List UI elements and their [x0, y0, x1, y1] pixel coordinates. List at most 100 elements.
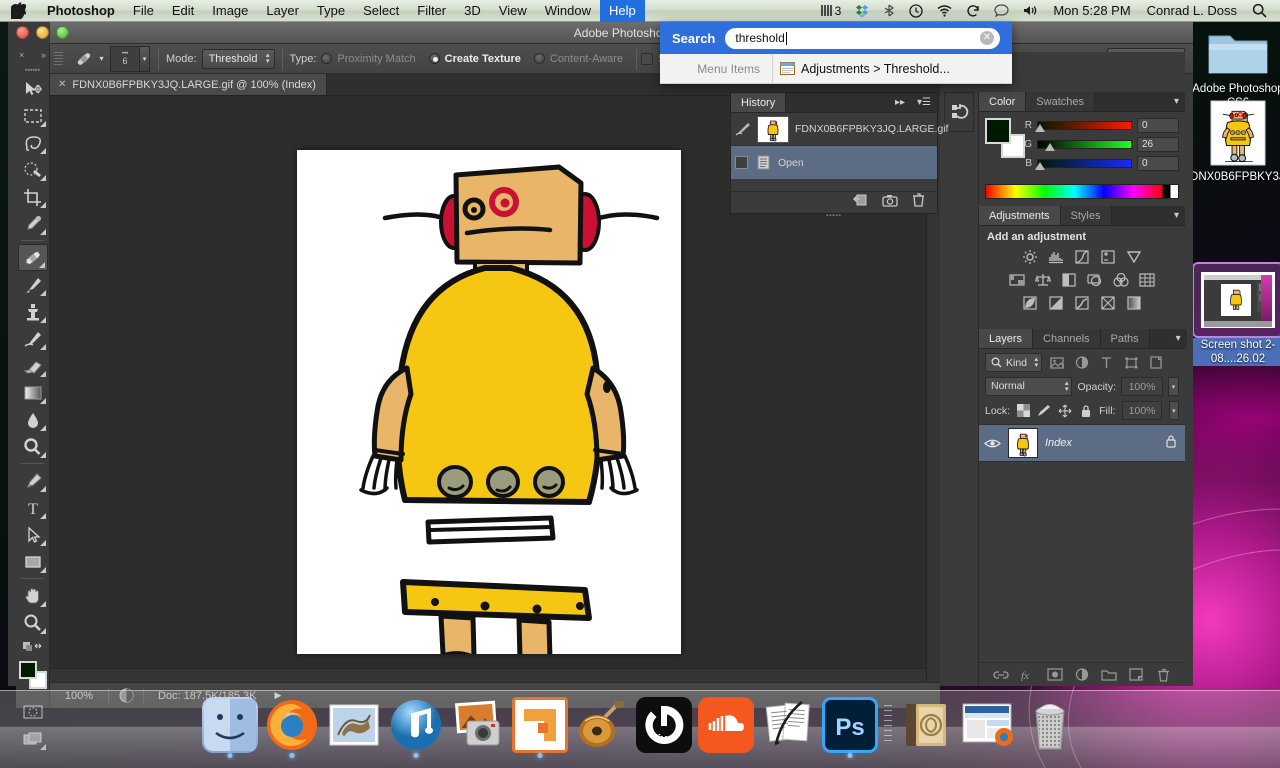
eyedropper-tool[interactable]: [18, 210, 48, 237]
dock-item-address-book[interactable]: [898, 697, 954, 753]
menu-layer[interactable]: Layer: [257, 0, 308, 22]
timemachine-icon[interactable]: [902, 3, 930, 18]
hue-saturation-icon[interactable]: [1006, 270, 1028, 290]
color-spectrum-ramp[interactable]: [985, 184, 1179, 199]
lock-transparent-pixels-icon[interactable]: [1017, 404, 1031, 418]
dock-item-trash[interactable]: [1022, 697, 1078, 753]
panel-resize-grip[interactable]: ▪▪▪▪▪: [731, 213, 937, 219]
history-snapshot-row[interactable]: FDNX0B6FPBKY3JQ.LARGE.gif: [731, 113, 948, 146]
hand-tool[interactable]: [18, 582, 48, 609]
lock-all-icon[interactable]: [1079, 404, 1092, 418]
tab-color[interactable]: Color: [979, 92, 1027, 111]
fill-stepper[interactable]: ▾: [1168, 401, 1180, 420]
opacity-value[interactable]: 100%: [1121, 377, 1163, 396]
quick-selection-tool[interactable]: [18, 156, 48, 183]
clear-icon[interactable]: ✕: [980, 31, 994, 45]
posterize-icon[interactable]: [1045, 293, 1067, 313]
close-icon[interactable]: ✕: [58, 79, 66, 90]
dock-item-textedit[interactable]: [760, 697, 816, 753]
menu-filter[interactable]: Filter: [408, 0, 455, 22]
menu-file[interactable]: File: [124, 0, 163, 22]
gradient-map-icon[interactable]: [1097, 293, 1119, 313]
menu-bar-clock[interactable]: Mon 5:28 PM: [1045, 3, 1138, 18]
desktop-icon-image[interactable]: FDNX0B6FPBKY3JQ.LARGE.gif: [1180, 100, 1280, 184]
menu-image[interactable]: Image: [203, 0, 257, 22]
tab-swatches[interactable]: Swatches: [1026, 92, 1095, 111]
channel-mixer-icon[interactable]: [1110, 270, 1132, 290]
collapsed-panel-dock[interactable]: [944, 92, 974, 132]
collapse-icon[interactable]: ×: [19, 50, 24, 60]
pixel-layer-filter-icon[interactable]: [1046, 353, 1067, 372]
crop-tool[interactable]: [18, 183, 48, 210]
brush-size-stepper[interactable]: ▾: [139, 45, 150, 72]
layer-style-icon[interactable]: fx: [1019, 666, 1037, 684]
exposure-icon[interactable]: [1097, 247, 1119, 267]
layer-thumbnail[interactable]: [1008, 428, 1038, 458]
panel-menu-icon[interactable]: ▾: [1167, 206, 1185, 225]
eraser-tool[interactable]: [18, 352, 48, 379]
gradient-tool[interactable]: [18, 379, 48, 406]
new-layer-icon[interactable]: [1127, 666, 1145, 684]
rectangle-tool[interactable]: [18, 548, 48, 575]
tab-paths[interactable]: Paths: [1100, 329, 1150, 348]
desktop-icon-screenshot[interactable]: Screen shot 2-08....26.02: [1180, 262, 1280, 366]
tools-panel-grip[interactable]: ▪▪▪▪▪▪: [16, 66, 49, 75]
layer-filter-kind-select[interactable]: Kind ▴ ▾: [985, 353, 1043, 372]
vibrance-icon[interactable]: [1123, 247, 1145, 267]
smart-object-filter-icon[interactable]: [1146, 353, 1167, 372]
options-bar-grip[interactable]: [54, 48, 63, 70]
lock-position-icon[interactable]: [1058, 404, 1072, 418]
tab-channels[interactable]: Channels: [1033, 329, 1101, 348]
blend-mode-select[interactable]: Normal ▴ ▾: [985, 377, 1073, 396]
threshold-icon[interactable]: [1071, 293, 1093, 313]
minimize-button[interactable]: [36, 26, 49, 39]
edit-toolbar-button[interactable]: [18, 636, 48, 656]
dropbox-icon[interactable]: [848, 4, 876, 18]
blue-slider[interactable]: [1035, 159, 1132, 170]
rectangular-marquee-tool[interactable]: [18, 102, 48, 129]
color-swatches[interactable]: [18, 660, 48, 690]
apple-icon[interactable]: [0, 2, 38, 21]
type-radio-proximity-match[interactable]: Proximity Match: [321, 53, 416, 65]
red-value[interactable]: 0: [1137, 118, 1179, 133]
green-value[interactable]: 26: [1137, 137, 1179, 152]
document-canvas[interactable]: [297, 150, 681, 654]
brush-preset-picker[interactable]: ▾: [66, 47, 110, 71]
selective-color-icon[interactable]: [1123, 293, 1145, 313]
color-balance-icon[interactable]: [1032, 270, 1054, 290]
horizontal-scrollbar[interactable]: [50, 668, 940, 682]
type-layer-filter-icon[interactable]: [1096, 353, 1117, 372]
dock-item-itunes[interactable]: [388, 697, 444, 758]
spot-healing-brush-tool[interactable]: [17, 244, 48, 271]
delete-icon[interactable]: [912, 193, 925, 212]
menu-help[interactable]: Help: [599, 0, 645, 22]
link-layers-icon[interactable]: [992, 666, 1010, 684]
levels-icon[interactable]: [1045, 247, 1067, 267]
menu-type[interactable]: Type: [308, 0, 354, 22]
tools-panel-header[interactable]: × »: [16, 44, 49, 66]
history-state-row[interactable]: Open: [731, 146, 937, 179]
path-selection-tool[interactable]: [18, 521, 48, 548]
messages-icon[interactable]: [987, 4, 1016, 17]
document-tab[interactable]: ✕ FDNX0B6FPBKY3JQ.LARGE.gif @ 100% (Inde…: [50, 74, 327, 95]
adjustment-layer-filter-icon[interactable]: [1071, 353, 1092, 372]
menu-edit[interactable]: Edit: [163, 0, 203, 22]
dock-item-downloads-stack[interactable]: [960, 697, 1016, 753]
lock-icon[interactable]: [1165, 434, 1177, 453]
menu-window[interactable]: Window: [536, 0, 600, 22]
opacity-stepper[interactable]: ▾: [1168, 377, 1179, 396]
dock-item-preview[interactable]: [512, 697, 568, 758]
black-white-icon[interactable]: [1058, 270, 1080, 290]
type-tool[interactable]: T: [18, 494, 48, 521]
dock-item-garageband[interactable]: [574, 697, 630, 753]
lock-image-pixels-icon[interactable]: [1037, 404, 1051, 418]
expand-icon[interactable]: »: [41, 50, 46, 60]
color-lookup-icon[interactable]: [1136, 270, 1158, 290]
bluetooth-icon[interactable]: [876, 4, 902, 17]
new-snapshot-icon[interactable]: [882, 194, 898, 212]
history-brush-source-checkbox[interactable]: [735, 156, 748, 169]
tab-adjustments[interactable]: Adjustments: [979, 206, 1061, 225]
foreground-color-swatch[interactable]: [18, 661, 37, 679]
blue-value[interactable]: 0: [1137, 156, 1179, 171]
dock-item-finder[interactable]: [202, 697, 258, 758]
